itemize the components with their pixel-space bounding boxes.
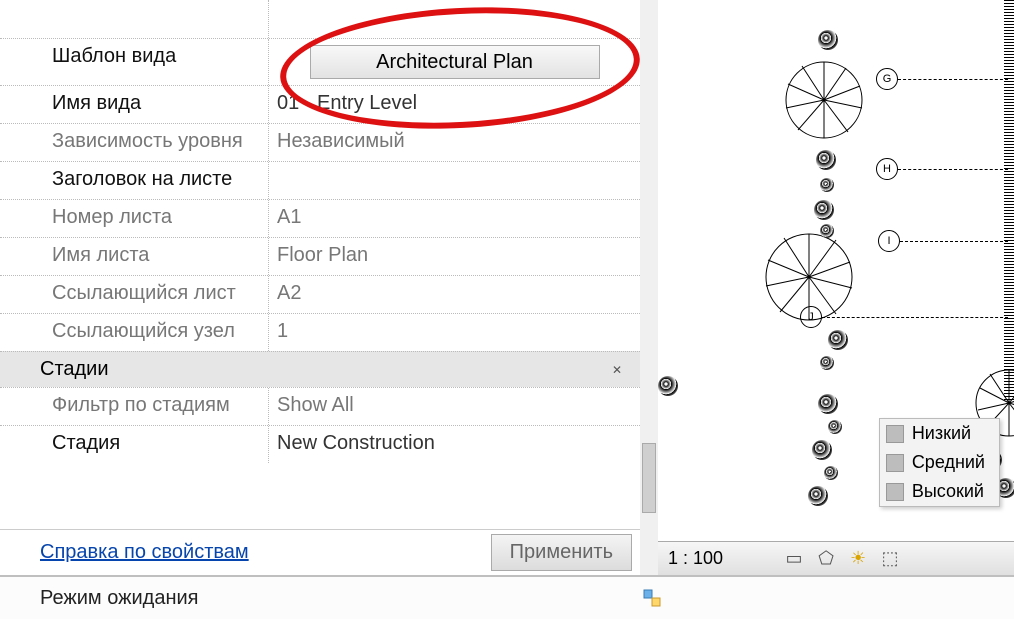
visual-style-icon[interactable]: ⬠ bbox=[815, 548, 837, 570]
value-dependency: Независимый bbox=[268, 124, 640, 161]
label-view-template: Шаблон вида bbox=[0, 39, 268, 85]
drawing-viewport[interactable]: G H I J bbox=[658, 0, 1014, 575]
shrub bbox=[828, 420, 842, 434]
scroll-thumb[interactable] bbox=[642, 443, 656, 513]
grid-line-h bbox=[898, 169, 1008, 170]
value-sheet-name: Floor Plan bbox=[268, 238, 640, 275]
grid-line-g bbox=[898, 79, 1008, 80]
properties-bottom-bar: Справка по свойствам Применить bbox=[0, 529, 640, 575]
row-title-on-sheet[interactable]: Заголовок на листе bbox=[0, 161, 640, 199]
group-phasing-header[interactable]: Стадии ✕ bbox=[0, 351, 640, 387]
value-title-on-sheet[interactable] bbox=[268, 162, 640, 199]
status-bar: Режим ожидания bbox=[0, 575, 1014, 619]
properties-scrollbar[interactable] bbox=[640, 0, 658, 575]
detail-option-fine[interactable]: Высокий bbox=[880, 477, 999, 506]
shrub bbox=[818, 394, 838, 414]
tree-1 bbox=[784, 60, 864, 140]
value-phase[interactable]: New Construction bbox=[268, 426, 640, 463]
properties-help-link[interactable]: Справка по свойствам bbox=[40, 541, 249, 564]
value-ref-sheet: A2 bbox=[268, 276, 640, 313]
label-ref-sheet: Ссылающийся лист bbox=[0, 276, 268, 313]
shrub bbox=[658, 376, 678, 396]
grid-bubble-i[interactable]: I bbox=[878, 230, 900, 252]
row-view-template: Шаблон вида Architectural Plan bbox=[0, 38, 640, 85]
shrub bbox=[814, 200, 834, 220]
swatch-icon bbox=[886, 425, 904, 443]
row-phase[interactable]: Стадия New Construction bbox=[0, 425, 640, 463]
swatch-icon bbox=[886, 483, 904, 501]
status-ready-text: Режим ожидания bbox=[0, 587, 640, 610]
group-phasing-label: Стадии bbox=[40, 358, 109, 381]
shrub bbox=[812, 440, 832, 460]
view-template-button[interactable]: Architectural Plan bbox=[310, 45, 600, 79]
tree-2 bbox=[764, 232, 854, 322]
shrub bbox=[828, 330, 848, 350]
value-ref-detail: 1 bbox=[268, 314, 640, 351]
shadows-icon[interactable]: ⬚ bbox=[879, 548, 901, 570]
row-view-name[interactable]: Имя вида 01 - Entry Level bbox=[0, 85, 640, 123]
grid-bubble-h[interactable]: H bbox=[876, 158, 898, 180]
label-phase: Стадия bbox=[0, 426, 268, 463]
label-title-on-sheet: Заголовок на листе bbox=[0, 162, 268, 199]
shrub bbox=[816, 150, 836, 170]
shrub bbox=[820, 356, 834, 370]
row-sheet-name: Имя листа Floor Plan bbox=[0, 237, 640, 275]
view-control-bar: 1 : 100 ▭ ⬠ ☀ ⬚ bbox=[658, 541, 1014, 575]
grid-bubble-g[interactable]: G bbox=[876, 68, 898, 90]
apply-button[interactable]: Применить bbox=[491, 534, 632, 571]
label-sheet-number: Номер листа bbox=[0, 200, 268, 237]
detail-level-popup: Низкий Средний Высокий bbox=[879, 418, 1000, 507]
row-ref-detail: Ссылающийся узел 1 bbox=[0, 313, 640, 351]
row-sheet-number: Номер листа A1 bbox=[0, 199, 640, 237]
row-phase-filter[interactable]: Фильтр по стадиям Show All bbox=[0, 387, 640, 425]
detail-level-icon[interactable]: ▭ bbox=[783, 548, 805, 570]
swatch-icon bbox=[886, 454, 904, 472]
label-view-name: Имя вида bbox=[0, 86, 268, 123]
row-dependency: Зависимость уровня Независимый bbox=[0, 123, 640, 161]
view-scale[interactable]: 1 : 100 bbox=[668, 548, 723, 569]
shrub bbox=[824, 466, 838, 480]
detail-option-medium[interactable]: Средний bbox=[880, 448, 999, 477]
shrub bbox=[820, 224, 834, 238]
label-dependency: Зависимость уровня bbox=[0, 124, 268, 161]
properties-grid: Шаблон вида Architectural Plan Имя вида … bbox=[0, 0, 640, 529]
value-view-name[interactable]: 01 - Entry Level bbox=[268, 86, 640, 123]
value-phase-filter[interactable]: Show All bbox=[268, 388, 640, 425]
grid-line-i bbox=[900, 241, 1008, 242]
collapse-icon[interactable]: ✕ bbox=[612, 363, 622, 377]
worksharing-icon[interactable] bbox=[640, 586, 664, 610]
shrub bbox=[820, 178, 834, 192]
value-sheet-number: A1 bbox=[268, 200, 640, 237]
properties-panel: Шаблон вида Architectural Plan Имя вида … bbox=[0, 0, 640, 575]
sun-path-icon[interactable]: ☀ bbox=[847, 548, 869, 570]
label-phase-filter: Фильтр по стадиям bbox=[0, 388, 268, 425]
shrub bbox=[818, 30, 838, 50]
label-sheet-name: Имя листа bbox=[0, 238, 268, 275]
shrub bbox=[808, 486, 828, 506]
detail-option-coarse[interactable]: Низкий bbox=[880, 419, 999, 448]
wall-segment bbox=[1004, 0, 1014, 400]
label-ref-detail: Ссылающийся узел bbox=[0, 314, 268, 351]
row-ref-sheet: Ссылающийся лист A2 bbox=[0, 275, 640, 313]
